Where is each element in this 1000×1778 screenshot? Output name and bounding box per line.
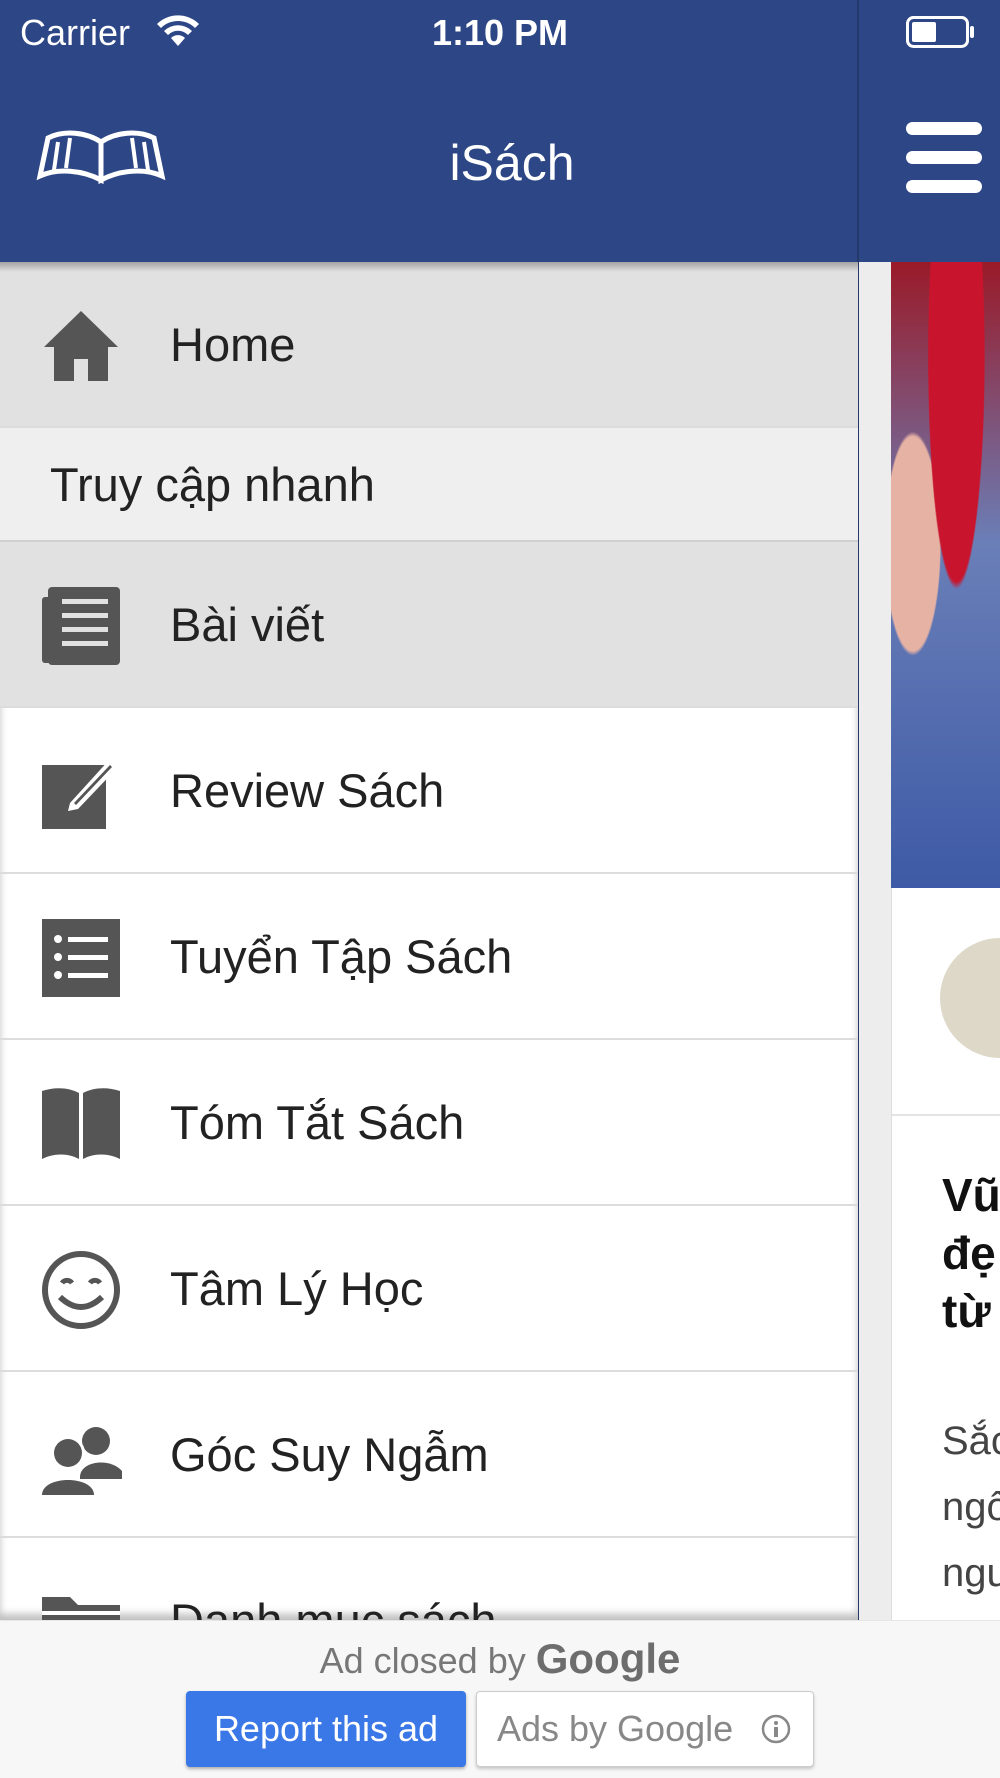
menu-item-label: Tâm Lý Học — [170, 1262, 424, 1315]
menu-item-collections[interactable]: Tuyển Tập Sách — [0, 874, 858, 1040]
menu-item-label: Review Sách — [170, 764, 445, 817]
folder-icon — [42, 1597, 120, 1620]
home-icon — [44, 311, 118, 381]
main-content-peek: Vũ đẹ từ Sắc ngô ngu — [859, 262, 1000, 1620]
ads-by-google-label: Ads by Google — [497, 1708, 734, 1749]
post-card[interactable]: Vũ đẹ từ Sắc ngô ngu — [891, 888, 1000, 1620]
card-divider — [892, 1114, 1000, 1116]
menu-item-label: Góc Suy Ngẫm — [170, 1428, 489, 1481]
post-headline[interactable]: Vũ đẹ từ — [942, 1166, 1000, 1340]
app-header-bar: Carrier 1:10 PM iSách — [0, 0, 1000, 262]
menu-item-label: Tuyển Tập Sách — [170, 930, 513, 983]
navigation-drawer: Home Truy cập nhanh Bài viết Review Sách — [0, 262, 858, 1620]
report-ad-button[interactable]: Report this ad — [186, 1691, 466, 1767]
list-icon — [42, 919, 120, 997]
headline-line: đẹ — [942, 1227, 996, 1279]
excerpt-line: ngô — [942, 1485, 1000, 1529]
drawer-header: iSách — [0, 64, 858, 262]
info-icon — [761, 1714, 791, 1744]
ad-closed-label: Ad closed by — [319, 1640, 526, 1681]
menu-item-psychology[interactable]: Tâm Lý Học — [0, 1206, 858, 1372]
menu-item-label: Tóm Tắt Sách — [170, 1096, 465, 1149]
open-book-icon — [42, 1088, 120, 1159]
menu-item-articles[interactable]: Bài viết — [0, 542, 858, 708]
hamburger-bar — [906, 151, 982, 164]
smile-icon — [42, 1251, 120, 1329]
excerpt-line: Sắc — [942, 1419, 1000, 1463]
menu-item-review[interactable]: Review Sách — [0, 708, 858, 874]
section-header-label: Truy cập nhanh — [50, 458, 375, 511]
users-icon — [42, 1427, 122, 1495]
menu-item-reflections[interactable]: Góc Suy Ngẫm — [0, 1372, 858, 1538]
hamburger-bar — [906, 122, 982, 135]
menu-item-label: Home — [170, 318, 296, 371]
menu-item-label: Danh mục sách — [170, 1538, 497, 1620]
excerpt-line: ngu — [942, 1551, 1000, 1595]
app-title: iSách — [449, 135, 575, 191]
section-header-quick-access: Truy cập nhanh — [0, 428, 858, 542]
article-icon — [42, 587, 120, 665]
menu-item-categories[interactable]: Danh mục sách — [0, 1538, 858, 1620]
headline-line: Vũ — [942, 1169, 1000, 1221]
battery-icon — [906, 16, 974, 48]
edit-icon — [42, 759, 118, 829]
hamburger-menu-button[interactable] — [906, 122, 982, 193]
hero-image[interactable] — [891, 262, 1000, 888]
author-avatar — [940, 938, 1000, 1058]
menu-item-summaries[interactable]: Tóm Tắt Sách — [0, 1040, 858, 1206]
menu-item-label: Bài viết — [170, 598, 325, 651]
status-bar: Carrier 1:10 PM — [0, 0, 1000, 64]
clock: 1:10 PM — [431, 12, 569, 53]
post-excerpt: Sắc ngô ngu — [942, 1408, 1000, 1606]
menu-item-home[interactable]: Home — [0, 262, 858, 428]
ad-banner: Ad closed by Google Report this ad Ads b… — [0, 1620, 1000, 1778]
hamburger-bar — [906, 180, 982, 193]
headline-line: từ — [942, 1285, 991, 1337]
ad-closed-text: Ad closed by Google — [0, 1635, 1000, 1683]
google-brand: Google — [535, 1635, 681, 1682]
ads-by-google-button[interactable]: Ads by Google — [476, 1691, 814, 1767]
